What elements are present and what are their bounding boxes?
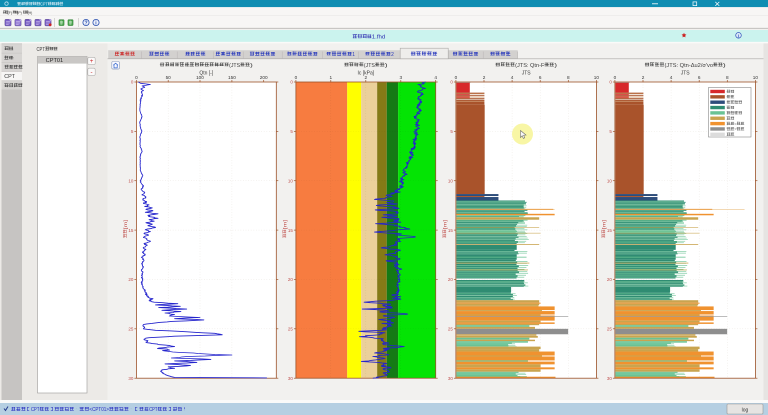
svg-text:): ) — [385, 63, 388, 69]
svg-text:10: 10 — [128, 178, 134, 183]
svg-text:0: 0 — [455, 75, 458, 80]
svg-text:2: 2 — [364, 75, 367, 80]
svg-text:4: 4 — [511, 75, 514, 80]
svg-text:2: 2 — [391, 52, 394, 58]
svg-text:~: ~ — [734, 121, 737, 126]
svg-text:1: 1 — [352, 52, 355, 58]
svg-text:1: 1 — [329, 75, 332, 80]
svg-text:(F): (F) — [7, 10, 12, 15]
svg-text:[m]: [m] — [282, 220, 288, 230]
svg-text:25: 25 — [607, 327, 613, 332]
svg-text:20: 20 — [128, 277, 134, 282]
svg-text:0: 0 — [614, 75, 617, 80]
svg-text:): ) — [723, 63, 726, 69]
svg-text:(JTS: Qtn-Δu2/σ'vo: (JTS: Qtn-Δu2/σ'vo — [665, 63, 714, 69]
svg-text:): ) — [554, 63, 557, 69]
svg-text:0: 0 — [135, 75, 138, 80]
svg-text:6: 6 — [539, 75, 542, 80]
svg-text:log: log — [742, 408, 749, 414]
svg-text:CPT: CPT — [149, 407, 157, 413]
svg-text:15: 15 — [448, 228, 454, 233]
svg-text:15: 15 — [288, 228, 294, 233]
svg-text:10: 10 — [288, 178, 294, 183]
svg-text:): ) — [250, 63, 253, 69]
svg-text:i: i — [738, 33, 739, 38]
svg-text:50: 50 — [166, 75, 172, 80]
svg-text:1.fhd: 1.fhd — [372, 35, 386, 41]
svg-text:(JTS: (JTS — [229, 63, 240, 69]
svg-text:(H): (H) — [28, 10, 33, 15]
svg-text:[m]: [m] — [442, 220, 448, 230]
svg-text:<CPT01>: <CPT01> — [89, 407, 109, 413]
svg-text:JTS: JTS — [681, 70, 691, 76]
svg-text:15: 15 — [607, 228, 613, 233]
svg-text:30: 30 — [448, 376, 454, 381]
svg-text:0: 0 — [295, 75, 298, 80]
svg-text:30: 30 — [128, 376, 134, 381]
svg-text:6: 6 — [698, 75, 701, 80]
svg-text:10: 10 — [448, 178, 454, 183]
svg-text:20: 20 — [448, 277, 454, 282]
svg-text:CPT: CPT — [40, 2, 47, 7]
svg-text:(JTS: Qtn-F: (JTS: Qtn-F — [515, 63, 545, 69]
svg-text:+: + — [90, 58, 94, 65]
svg-text:2: 2 — [483, 75, 486, 80]
svg-text:8: 8 — [567, 75, 570, 80]
svg-text:CPT: CPT — [4, 74, 15, 80]
svg-text:10: 10 — [607, 178, 613, 183]
svg-text:4: 4 — [434, 75, 437, 80]
svg-text:25: 25 — [288, 327, 294, 332]
svg-text:JTS: JTS — [522, 70, 532, 76]
svg-text:10: 10 — [753, 75, 759, 80]
svg-text:25: 25 — [448, 327, 454, 332]
svg-text:[m]: [m] — [123, 220, 129, 230]
svg-text:CPT: CPT — [37, 47, 45, 53]
svg-text:(P): (P) — [17, 10, 22, 15]
svg-text:100: 100 — [196, 75, 204, 80]
svg-text:[m]: [m] — [601, 220, 607, 230]
svg-text:-: - — [90, 69, 92, 76]
svg-text:10: 10 — [594, 75, 600, 80]
svg-text:4: 4 — [670, 75, 673, 80]
svg-text:150: 150 — [228, 75, 236, 80]
svg-text:20: 20 — [607, 277, 613, 282]
svg-text:CPT01: CPT01 — [46, 58, 64, 64]
svg-text:~: ~ — [734, 127, 737, 132]
svg-text:CPT: CPT — [31, 407, 39, 413]
svg-text:(JTS: (JTS — [364, 63, 375, 69]
svg-text:30: 30 — [288, 376, 294, 381]
svg-text:15: 15 — [128, 228, 134, 233]
svg-text:20: 20 — [288, 277, 294, 282]
svg-text:30: 30 — [607, 376, 613, 381]
svg-text:8: 8 — [726, 75, 729, 80]
svg-text:25: 25 — [128, 327, 134, 332]
svg-text:3: 3 — [399, 75, 402, 80]
svg-text:2: 2 — [642, 75, 645, 80]
svg-text:200: 200 — [260, 75, 268, 80]
svg-text:?: ? — [84, 21, 87, 27]
